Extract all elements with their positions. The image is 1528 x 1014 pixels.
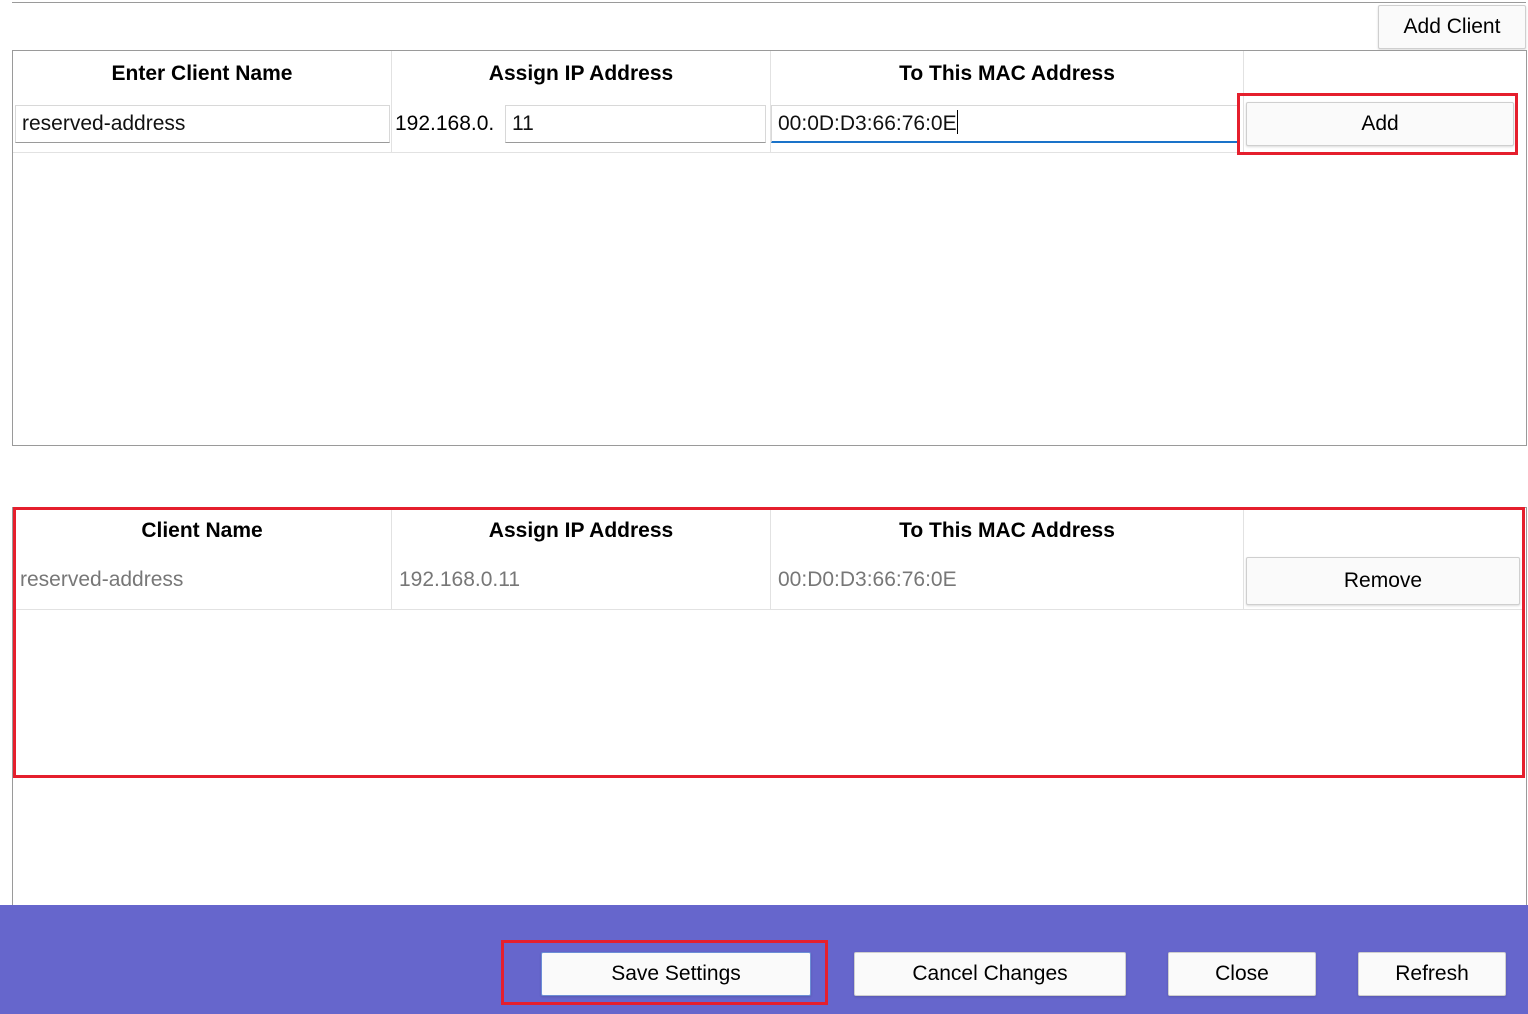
save-settings-button[interactable]: Save Settings — [541, 952, 811, 996]
client-name-input[interactable]: reserved-address — [15, 105, 390, 143]
row-client-name: reserved-address — [20, 568, 184, 591]
add-client-button[interactable]: Add Client — [1378, 5, 1526, 49]
header-assign-ip: Assign IP Address — [488, 62, 674, 85]
cancel-changes-button[interactable]: Cancel Changes — [854, 952, 1126, 996]
header-mac-address: To This MAC Address — [899, 519, 1115, 542]
row-ip-address: 192.168.0.11 — [399, 568, 521, 591]
column-divider — [1243, 508, 1244, 610]
column-divider — [391, 508, 392, 610]
refresh-button[interactable]: Refresh — [1358, 952, 1506, 996]
column-divider — [770, 508, 771, 610]
remove-button[interactable]: Remove — [1246, 557, 1520, 605]
mac-address-input[interactable]: 00:0D:D3:66:76:0E — [771, 105, 1239, 143]
column-divider — [1243, 51, 1244, 153]
ip-suffix-input[interactable]: 11 — [505, 105, 766, 143]
row-mac-address: 00:D0:D3:66:76:0E — [778, 568, 957, 591]
reserved-clients-panel: Client Name Assign IP Address To This MA… — [12, 507, 1527, 907]
column-divider — [391, 51, 392, 153]
mac-address-text: 00:0D:D3:66:76:0E — [778, 112, 957, 135]
header-mac-address: To This MAC Address — [899, 62, 1115, 85]
ip-prefix-label: 192.168.0. — [395, 112, 495, 135]
close-button[interactable]: Close — [1168, 952, 1316, 996]
header-enter-client-name: Enter Client Name — [111, 62, 293, 85]
header-assign-ip: Assign IP Address — [488, 519, 674, 542]
add-client-form-panel: Enter Client Name Assign IP Address To T… — [12, 50, 1527, 446]
row-divider — [13, 609, 1523, 610]
footer-bar: Save Settings Cancel Changes Close Refre… — [0, 905, 1528, 1014]
row-divider — [13, 152, 1243, 153]
add-button[interactable]: Add — [1246, 102, 1514, 146]
top-divider — [12, 0, 1526, 3]
header-client-name: Client Name — [141, 519, 263, 542]
text-caret — [956, 110, 958, 134]
